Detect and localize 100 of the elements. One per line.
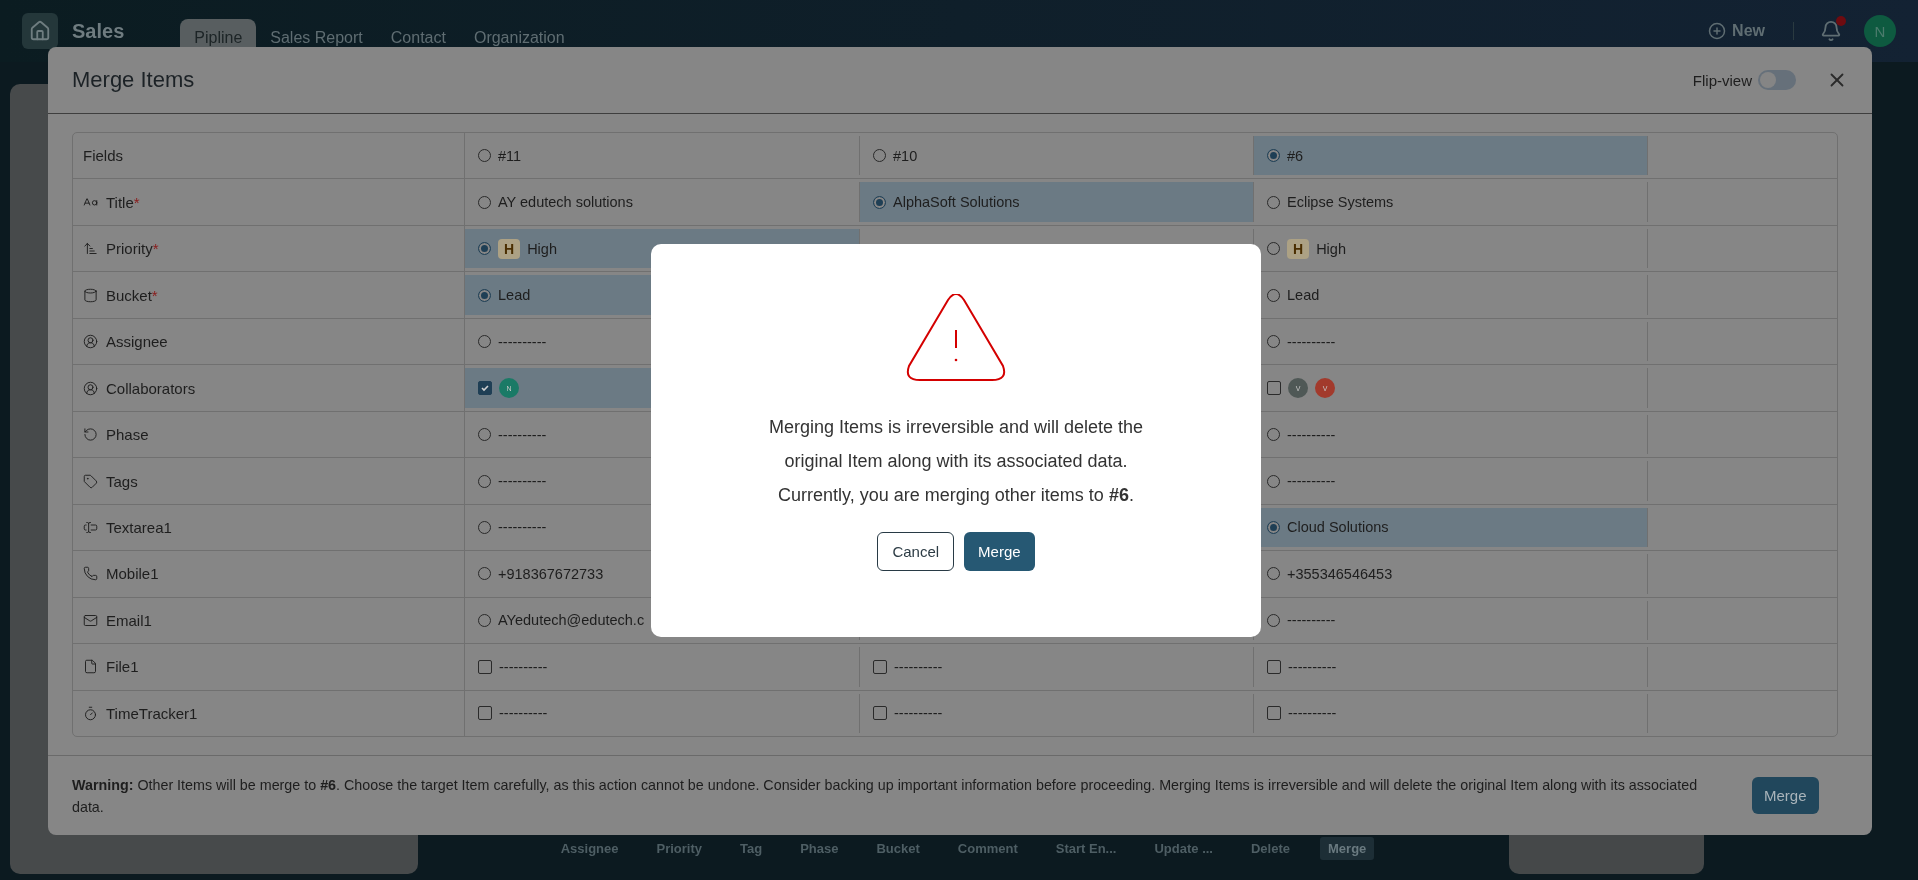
rotate-icon bbox=[83, 427, 98, 443]
priority-badge: H bbox=[1287, 238, 1310, 259]
option-value: ---------- bbox=[1287, 333, 1336, 350]
toolbar-item[interactable]: Assignee bbox=[552, 837, 627, 860]
toolbar-item[interactable]: Bucket bbox=[868, 837, 928, 860]
user-circle-icon bbox=[83, 380, 98, 396]
toggle-label: Flip-view bbox=[1692, 71, 1752, 89]
toolbar-item[interactable]: Priority bbox=[648, 837, 710, 860]
radio-button[interactable] bbox=[1267, 149, 1280, 163]
confirm-message: Merging Items is irreversible and will delete the original Item along with its associated data. Currently, you are merging other items to #6. bbox=[767, 416, 1145, 507]
checkbox[interactable] bbox=[478, 659, 492, 674]
item-number: #11 bbox=[498, 147, 522, 164]
checkbox[interactable] bbox=[873, 706, 887, 721]
option-value: ---------- bbox=[498, 333, 547, 350]
flip-view-toggle[interactable] bbox=[1758, 70, 1796, 90]
bucket-icon bbox=[83, 287, 98, 303]
item-number: #10 bbox=[893, 147, 918, 164]
option-value: +355346546453 bbox=[1287, 565, 1393, 582]
option-value: AYedutech@edutech.c bbox=[498, 612, 645, 629]
field-name: Tags bbox=[106, 472, 138, 490]
toolbar-item[interactable]: Merge bbox=[1320, 837, 1375, 860]
cancel-button[interactable]: Cancel bbox=[877, 532, 955, 571]
option-value: ---------- bbox=[1287, 612, 1336, 629]
warning-text: Warning: Other Items will be merge to #6. Choose the target Item carefully, as this action cannot be undone. Consider backing up important information before proceeding. Merging Items is irreversible and will delete the original Item along with its associated data. bbox=[72, 775, 1699, 817]
option-value: ---------- bbox=[498, 473, 547, 489]
toolbar-item[interactable]: Update ... bbox=[1146, 837, 1221, 860]
merge-button[interactable]: Merge bbox=[1752, 777, 1819, 814]
mail-icon bbox=[83, 612, 98, 628]
toolbar-item[interactable]: Start En... bbox=[1047, 837, 1125, 860]
field-name: Mobile1 bbox=[106, 565, 159, 583]
item-column-header[interactable]: #11 bbox=[465, 136, 860, 176]
item-column-header[interactable]: #6 bbox=[1254, 136, 1648, 176]
tag-icon bbox=[83, 473, 98, 489]
app-title: Sales bbox=[72, 19, 125, 43]
option-cell[interactable]: ---------- bbox=[465, 693, 860, 734]
home-button[interactable] bbox=[22, 13, 58, 49]
field-name: Textarea1 bbox=[106, 519, 172, 536]
warning-icon bbox=[906, 294, 1006, 382]
field-name: TimeTracker1 bbox=[106, 704, 198, 722]
option-value: Cloud Solutions bbox=[1287, 519, 1389, 536]
option-cell[interactable]: Eclipse Systems bbox=[1254, 182, 1648, 222]
phone-icon bbox=[83, 566, 98, 582]
field-name: Phase bbox=[106, 426, 149, 444]
toolbar-item[interactable]: Phase bbox=[792, 837, 847, 860]
option-cell[interactable]: AlphaSoft Solutions bbox=[860, 182, 1254, 222]
timer-icon bbox=[83, 705, 98, 721]
option-value: ---------- bbox=[499, 705, 548, 722]
field-name: Bucket* bbox=[106, 286, 158, 304]
merge-button[interactable]: Merge bbox=[964, 532, 1035, 571]
option-value: High bbox=[1316, 240, 1346, 257]
option-value: ---------- bbox=[1288, 705, 1337, 722]
field-header: Fields bbox=[73, 133, 465, 179]
option-value: Eclipse Systems bbox=[1287, 194, 1394, 211]
priority-badge: H bbox=[498, 238, 521, 259]
option-value: Lead bbox=[1287, 287, 1320, 304]
radio-button[interactable] bbox=[1267, 521, 1280, 534]
option-value: ---------- bbox=[499, 658, 548, 675]
plus-circle-icon bbox=[1708, 22, 1727, 40]
radio-button[interactable] bbox=[478, 288, 491, 302]
sort-arrow-icon bbox=[83, 241, 98, 257]
toolbar-item[interactable]: Comment bbox=[949, 837, 1026, 860]
field-name: Title* bbox=[106, 193, 140, 211]
user-circle-icon bbox=[83, 334, 98, 350]
field-name: File1 bbox=[106, 658, 139, 676]
option-value: ---------- bbox=[498, 519, 547, 536]
checkbox[interactable] bbox=[1267, 381, 1281, 396]
option-cell[interactable]: ---------- bbox=[1254, 647, 1648, 687]
option-value: Lead bbox=[498, 287, 531, 304]
option-value: AlphaSoft Solutions bbox=[893, 194, 1020, 211]
option-cell[interactable]: ---------- bbox=[860, 693, 1254, 734]
option-value: +918367672733 bbox=[498, 565, 604, 582]
option-value: High bbox=[527, 240, 557, 257]
option-cell[interactable]: ---------- bbox=[465, 647, 860, 687]
toolbar-item[interactable]: Tag bbox=[732, 837, 771, 860]
option-value: ---------- bbox=[1288, 658, 1337, 675]
item-number: #6 bbox=[1287, 147, 1304, 164]
field-name: Collaborators bbox=[106, 379, 196, 397]
checkbox[interactable] bbox=[478, 706, 492, 721]
option-value: ---------- bbox=[894, 658, 943, 675]
option-value: ---------- bbox=[1287, 473, 1336, 489]
option-value: ---------- bbox=[1287, 426, 1336, 443]
checkbox[interactable] bbox=[1267, 706, 1281, 721]
home-icon bbox=[29, 20, 51, 42]
toolbar-item[interactable]: Delete bbox=[1243, 837, 1298, 860]
option-value: ---------- bbox=[498, 426, 547, 443]
modal-title: Merge Items bbox=[72, 67, 195, 93]
check-icon bbox=[480, 383, 490, 394]
option-cell[interactable]: ---------- bbox=[1254, 693, 1648, 734]
field-name: Email1 bbox=[106, 611, 152, 629]
radio-button[interactable] bbox=[873, 195, 886, 209]
field-name: Assignee bbox=[106, 333, 168, 351]
option-value: ---------- bbox=[894, 705, 943, 722]
field-name: Priority* bbox=[106, 240, 159, 258]
checkbox[interactable] bbox=[873, 659, 887, 674]
checkbox[interactable] bbox=[478, 381, 492, 396]
checkbox[interactable] bbox=[1267, 659, 1281, 674]
option-cell[interactable]: ---------- bbox=[860, 647, 1254, 687]
radio-button[interactable] bbox=[478, 242, 491, 256]
new-button[interactable]: New bbox=[1708, 22, 1794, 40]
option-value: AY edutech solutions bbox=[498, 194, 633, 211]
